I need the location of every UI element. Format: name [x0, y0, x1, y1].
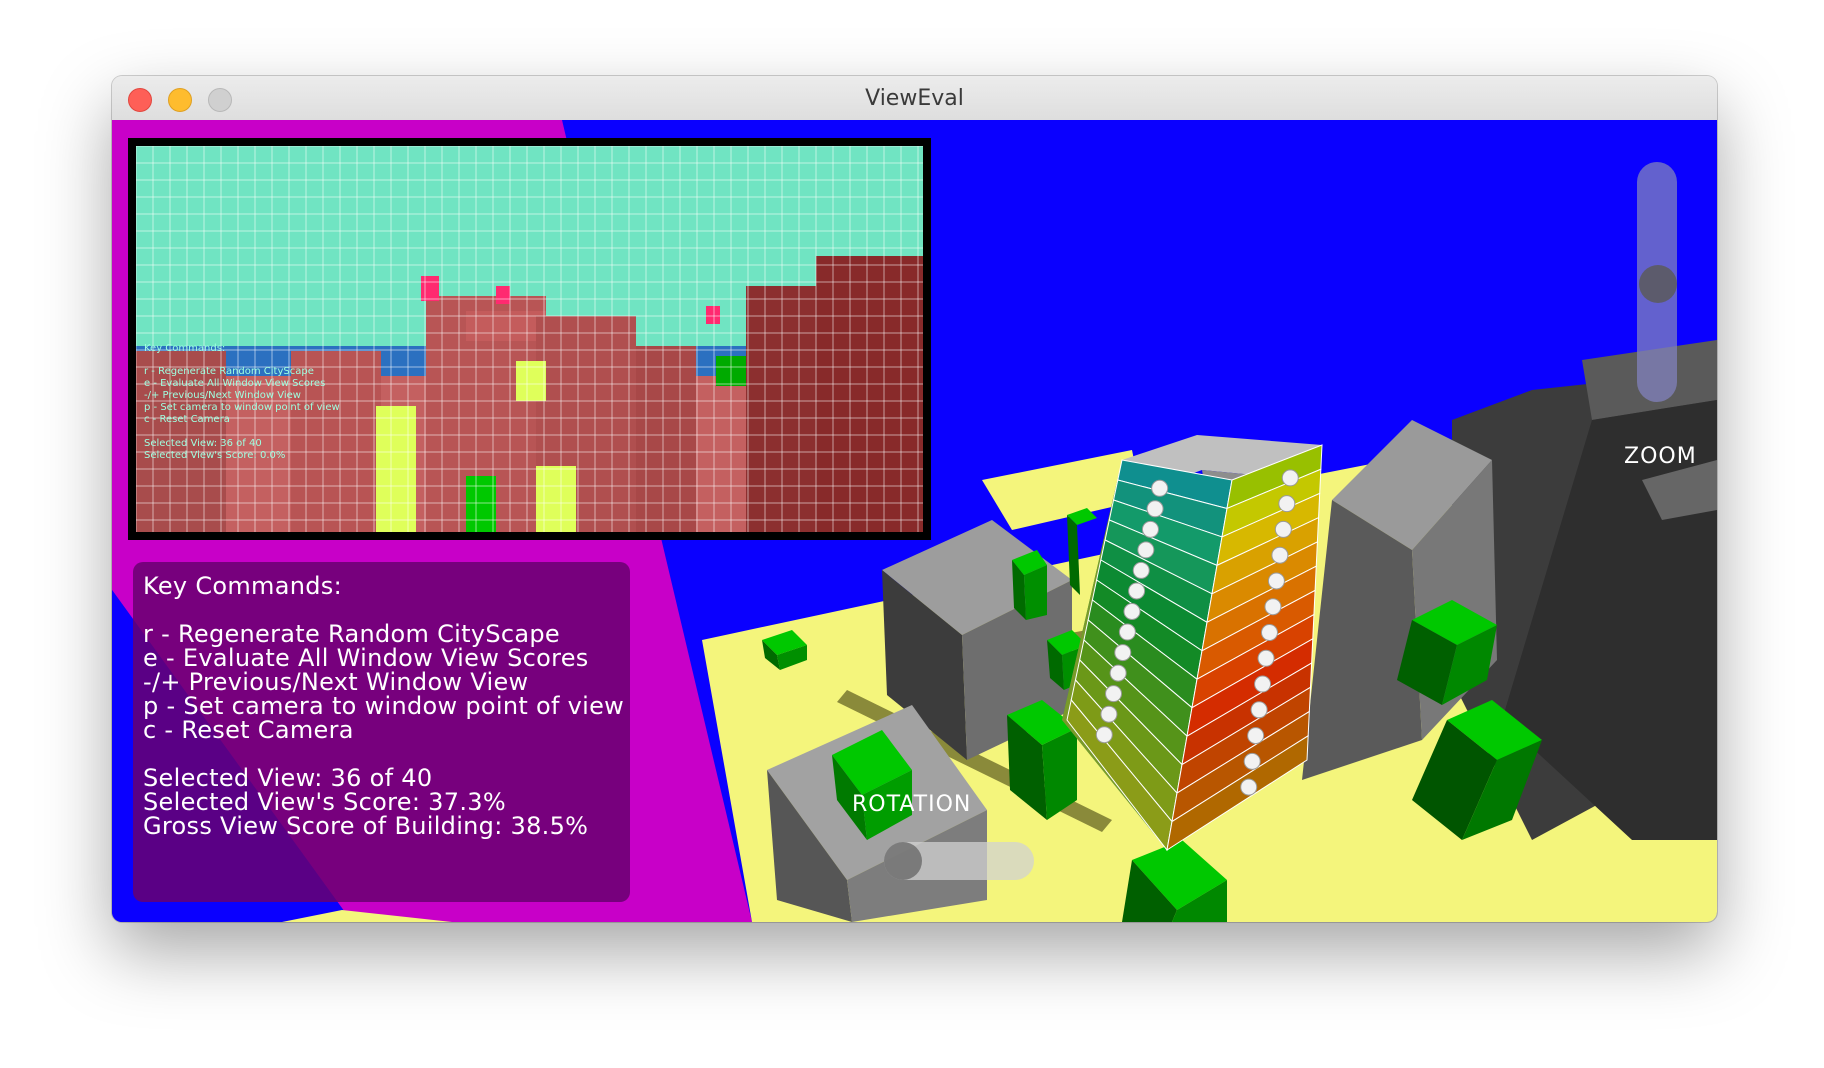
window-point-sphere — [1271, 546, 1289, 564]
inset-cmd-3: p - Set camera to window point of view — [144, 402, 340, 413]
inset-building-7 — [816, 256, 923, 532]
window-point-sphere — [1141, 520, 1159, 538]
window-point-sphere — [1146, 500, 1164, 518]
zoom-label: ZOOM — [1624, 444, 1697, 469]
rotation-label: ROTATION — [852, 792, 972, 817]
inset-magenta-2 — [496, 286, 510, 304]
window-point-sphere — [1132, 561, 1150, 579]
inset-building-5 — [636, 346, 696, 532]
window-point-sphere — [1278, 495, 1296, 513]
window-point-sphere — [1267, 572, 1285, 590]
inset-yellow-2 — [536, 466, 576, 532]
window-point-sphere — [1109, 664, 1127, 682]
window-point-sphere — [1240, 778, 1258, 796]
window-point-sphere — [1281, 469, 1299, 487]
inset-heading: Key Commands: — [144, 343, 225, 354]
window-point-sphere — [1137, 541, 1155, 559]
title-bar[interactable]: ViewEval — [112, 76, 1717, 121]
window-point-sphere — [1254, 675, 1272, 693]
window-point-sphere — [1243, 752, 1261, 770]
inset-cmd-0: r - Regenerate Random CityScape — [144, 366, 314, 377]
window-point-sphere — [1095, 726, 1113, 744]
inset-magenta-3 — [706, 306, 720, 324]
window-point-sphere — [1257, 649, 1275, 667]
rotation-slider-handle[interactable] — [884, 842, 922, 880]
window-point-sphere — [1264, 598, 1282, 616]
zoom-slider-handle[interactable] — [1639, 265, 1677, 303]
inset-cmd-4: c - Reset Camera — [144, 414, 230, 425]
window-title: ViewEval — [865, 86, 964, 111]
window-point-sphere — [1247, 727, 1265, 745]
window-point-sphere — [1123, 603, 1141, 620]
window-point-sphere — [1250, 701, 1268, 719]
inset-selected-view: Selected View: 36 of 40 — [144, 438, 262, 449]
window-view-preview: Key Commands: r - Regenerate Random City… — [128, 138, 931, 540]
command-reset-camera: c - Reset Camera — [143, 716, 354, 744]
window-point-sphere — [1100, 705, 1118, 723]
inset-magenta-1 — [421, 276, 439, 301]
inset-selected-score: Selected View's Score: 0.0% — [144, 450, 285, 461]
key-commands-heading: Key Commands: — [143, 572, 342, 600]
inset-cmd-2: -/+ Previous/Next Window View — [144, 390, 301, 401]
inset-cmd-1: e - Evaluate All Window View Scores — [144, 378, 325, 389]
window-point-sphere — [1151, 479, 1169, 497]
window-point-sphere — [1128, 582, 1146, 600]
window-point-sphere — [1118, 623, 1136, 641]
window-point-sphere — [1114, 644, 1132, 662]
window-point-sphere — [1261, 624, 1278, 641]
inset-green-1 — [466, 476, 496, 532]
gross-score-text: Gross View Score of Building: 38.5% — [143, 812, 589, 840]
window-point-sphere — [1274, 520, 1292, 538]
window-view-render: Key Commands: r - Regenerate Random City… — [136, 146, 923, 532]
3d-scene-viewport[interactable]: Key Commands: r - Regenerate Random City… — [112, 120, 1717, 922]
window-point-sphere — [1105, 685, 1123, 703]
app-window: ViewEval Key Commands: r - Regenerate Ra… — [112, 76, 1717, 922]
key-commands-panel: Key Commands: r - Regenerate Random City… — [133, 562, 630, 902]
